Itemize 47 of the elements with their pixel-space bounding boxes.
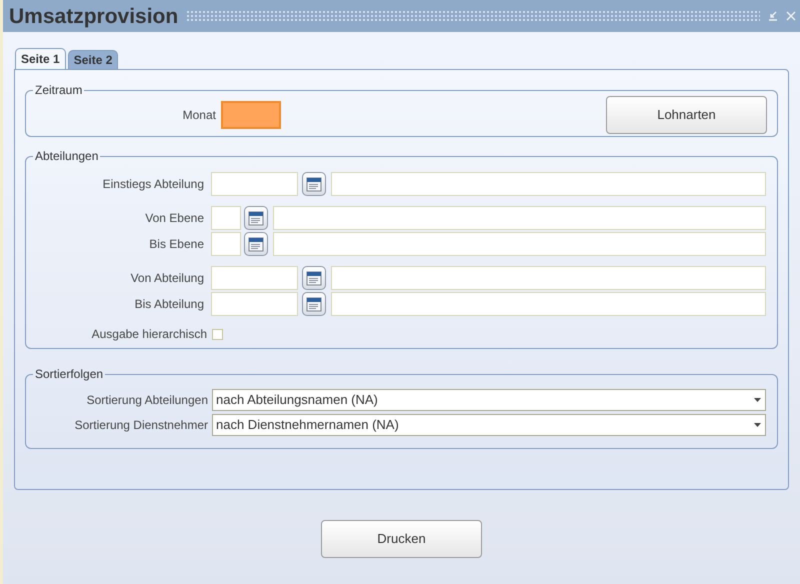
code-field[interactable]	[211, 172, 298, 196]
list-icon	[248, 210, 264, 226]
list-icon	[306, 296, 322, 312]
list-icon	[248, 236, 264, 252]
minimize-icon[interactable]	[768, 11, 778, 21]
dropdown-arrow-icon	[754, 398, 761, 402]
field-label: Ausgabe hierarchisch	[90, 326, 208, 343]
name-field[interactable]	[331, 292, 766, 316]
lohnarten-button[interactable]: Lohnarten	[606, 96, 767, 134]
name-field[interactable]	[331, 266, 766, 290]
field-label: Sortierung Abteilungen	[86, 392, 208, 409]
level-field[interactable]	[211, 206, 241, 230]
field-label: Sortierung Dienstnehmer	[74, 417, 208, 434]
field-label: Einstiegs Abteilung	[102, 176, 205, 193]
group-label: Sortierfolgen	[35, 367, 104, 381]
dropdown-value: nach Abteilungsnamen (NA)	[215, 391, 379, 410]
checkbox[interactable]	[212, 328, 223, 340]
level-field[interactable]	[211, 232, 241, 256]
group-label: Abteilungen	[35, 149, 98, 163]
month-field[interactable]	[221, 101, 281, 129]
print-button[interactable]: Drucken	[321, 520, 482, 558]
field-label: Bis Abteilung	[134, 296, 205, 313]
field-label: Von Abteilung	[130, 270, 205, 287]
close-icon[interactable]	[786, 11, 796, 21]
name-field[interactable]	[273, 206, 766, 230]
window-title: Umsatzprovision	[9, 6, 178, 26]
group-label: Zeitraum	[35, 83, 82, 97]
tab[interactable]: Seite 2	[68, 50, 118, 69]
dropdown-arrow-icon	[754, 423, 761, 427]
lookup-button[interactable]	[244, 206, 268, 230]
code-field[interactable]	[211, 266, 298, 290]
field-label: Von Ebene	[144, 210, 205, 227]
list-icon	[306, 176, 322, 192]
lookup-button[interactable]	[244, 232, 268, 256]
dropdown-value: nach Dienstnehmernamen (NA)	[215, 416, 400, 434]
code-field[interactable]	[211, 292, 298, 316]
tab[interactable]: Seite 1	[15, 48, 66, 69]
lookup-button[interactable]	[302, 172, 326, 196]
lookup-button[interactable]	[302, 292, 326, 316]
name-field[interactable]	[331, 172, 766, 196]
sort-dropdown[interactable]: nach Dienstnehmernamen (NA)	[212, 414, 766, 436]
list-icon	[306, 270, 322, 286]
field-label: Bis Ebene	[148, 236, 205, 253]
field-label: Monat	[182, 107, 217, 124]
name-field[interactable]	[273, 232, 766, 256]
lookup-button[interactable]	[302, 266, 326, 290]
sort-dropdown[interactable]: nach Abteilungsnamen (NA)	[212, 389, 766, 411]
